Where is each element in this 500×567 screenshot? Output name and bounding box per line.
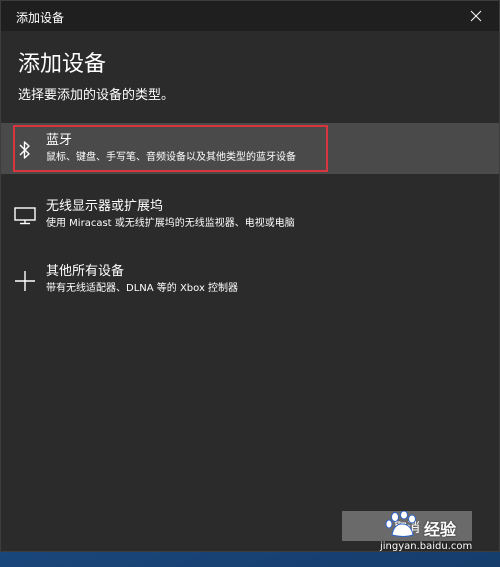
plus-icon [12, 268, 38, 294]
close-button[interactable] [453, 1, 499, 31]
device-option-other-devices[interactable]: 其他所有设备 带有无线适配器、DLNA 等的 Xbox 控制器 [1, 254, 499, 305]
device-option-name: 无线显示器或扩展坞 [46, 199, 164, 214]
device-option-name: 蓝牙 [46, 133, 73, 148]
page-subtitle: 选择要添加的设备的类型。 [18, 88, 175, 103]
device-option-description: 使用 Miracast 或无线扩展坞的无线监视器、电视或电脑 [46, 218, 295, 229]
window-title: 添加设备 [16, 11, 65, 25]
device-option-description: 鼠标、键盘、手写笔、音频设备以及其他类型的蓝牙设备 [46, 152, 296, 163]
title-bar: 添加设备 [1, 1, 499, 31]
bluetooth-icon [12, 137, 38, 163]
device-option-description: 带有无线适配器、DLNA 等的 Xbox 控制器 [46, 283, 239, 294]
device-option-wireless-display[interactable]: 无线显示器或扩展坞 使用 Miracast 或无线扩展坞的无线监视器、电视或电脑 [1, 189, 499, 240]
close-icon [470, 10, 482, 22]
watermark-url: jingyan.baidu.com [380, 541, 473, 552]
watermark-brand: 经验 [424, 520, 457, 539]
page-title: 添加设备 [18, 52, 107, 77]
add-device-dialog: 添加设备 添加设备 选择要添加的设备的类型。 蓝牙 鼠标、键盘、手写笔、音频设备… [0, 0, 500, 552]
device-option-name: 其他所有设备 [46, 264, 125, 279]
watermark: 经验 jingyan.baidu.com [374, 508, 500, 556]
baidu-paw-logo [385, 511, 416, 537]
device-option-bluetooth[interactable]: 蓝牙 鼠标、键盘、手写笔、音频设备以及其他类型的蓝牙设备 [1, 123, 499, 174]
monitor-icon [12, 203, 38, 229]
